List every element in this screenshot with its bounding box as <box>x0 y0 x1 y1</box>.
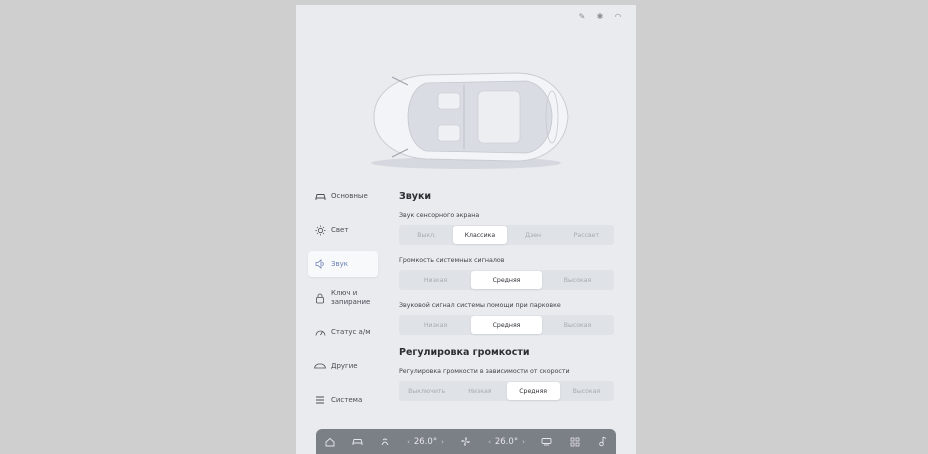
parking-sound-label: Звуковой сигнал системы помощи при парко… <box>399 302 561 309</box>
home-icon[interactable] <box>324 436 335 447</box>
sidebar-item-label: Свет <box>331 225 349 234</box>
section-title-volume-control: Регулировка громкости <box>399 347 530 358</box>
sidebar-item-label: Звук <box>331 259 348 268</box>
defrost-icon[interactable] <box>541 436 552 447</box>
gauge-icon <box>314 326 326 338</box>
sun-icon <box>314 224 326 236</box>
chevron-right-icon[interactable]: › <box>441 438 444 446</box>
sidebar-item-label: Другие <box>331 361 358 370</box>
sidebar-item-key-lock[interactable]: Ключ и запирание <box>308 285 378 311</box>
car-top-view-image <box>371 72 569 169</box>
touch-sound-selector: Выкл. Классика Дзен Рассвет <box>399 225 614 245</box>
sidebar-item-light[interactable]: Свет <box>308 217 378 243</box>
right-temperature-value: 26.0° <box>494 436 519 447</box>
system-volume-option-medium[interactable]: Средняя <box>471 271 542 289</box>
speed-volume-option-off[interactable]: Выключить <box>400 382 453 400</box>
sidebar-item-sound[interactable]: Звук <box>308 251 378 277</box>
bottom-dock: ‹ 26.0° › ‹ 26.0° › <box>316 429 616 454</box>
head-unit-screen: ✎ ✱ ◠ Основные Свет Звук Ключ и запирани… <box>296 5 636 454</box>
parking-sound-selector: Низкая Средняя Высокая <box>399 315 614 335</box>
parking-sound-option-low[interactable]: Низкая <box>400 316 471 334</box>
car-side-icon <box>314 360 326 372</box>
apps-icon[interactable] <box>569 436 580 447</box>
right-temperature-control[interactable]: ‹ 26.0° › <box>488 437 525 447</box>
bluetooth-icon[interactable]: ✱ <box>596 13 604 21</box>
sound-settings-panel: Звуки Звук сенсорного экрана Выкл. Класс… <box>399 191 614 413</box>
speed-volume-option-low[interactable]: Низкая <box>453 382 506 400</box>
sidebar-item-vehicle-status[interactable]: Статус а/м <box>308 319 378 345</box>
system-volume-selector: Низкая Средняя Высокая <box>399 270 614 290</box>
settings-sidebar: Основные Свет Звук Ключ и запирание Стат… <box>308 183 378 421</box>
status-bar: ✎ ✱ ◠ <box>578 13 622 21</box>
chevron-left-icon[interactable]: ‹ <box>488 438 491 446</box>
system-volume-option-low[interactable]: Низкая <box>400 271 471 289</box>
parking-sound-option-medium[interactable]: Средняя <box>471 316 542 334</box>
sidebar-item-other[interactable]: Другие <box>308 353 378 379</box>
lock-icon <box>314 292 326 304</box>
touch-sound-option-dawn[interactable]: Рассвет <box>560 226 613 244</box>
touch-sound-option-off[interactable]: Выкл. <box>400 226 453 244</box>
touch-sound-option-zen[interactable]: Дзен <box>507 226 560 244</box>
fan-icon[interactable] <box>460 436 471 447</box>
section-title-sounds: Звуки <box>399 191 432 202</box>
speed-volume-label: Регулировка громкости в зависимости от с… <box>399 368 570 375</box>
edit-icon[interactable]: ✎ <box>578 13 586 21</box>
sliders-icon <box>314 394 326 406</box>
speaker-icon <box>314 258 326 270</box>
parking-sound-option-high[interactable]: Высокая <box>542 316 613 334</box>
speed-volume-selector: Выключить Низкая Средняя Высокая <box>399 381 614 401</box>
speed-volume-option-high[interactable]: Высокая <box>560 382 613 400</box>
car-icon[interactable] <box>352 436 363 447</box>
system-volume-label: Громкость системных сигналов <box>399 257 505 264</box>
sidebar-item-label: Статус а/м <box>331 327 371 336</box>
touch-sound-label: Звук сенсорного экрана <box>399 212 480 219</box>
sidebar-item-label: Система <box>331 395 363 404</box>
chevron-left-icon[interactable]: ‹ <box>407 438 410 446</box>
wifi-icon[interactable]: ◠ <box>614 13 622 21</box>
heater-icon[interactable] <box>379 436 390 447</box>
speed-volume-option-medium[interactable]: Средняя <box>506 382 560 400</box>
sidebar-item-label: Основные <box>331 191 368 200</box>
left-temperature-control[interactable]: ‹ 26.0° › <box>407 437 444 447</box>
car-icon <box>314 190 326 202</box>
sidebar-item-system[interactable]: Система <box>308 387 378 413</box>
music-icon[interactable] <box>597 436 608 447</box>
left-temperature-value: 26.0° <box>413 436 438 447</box>
chevron-right-icon[interactable]: › <box>522 438 525 446</box>
touch-sound-option-classic[interactable]: Классика <box>453 226 507 244</box>
sidebar-item-general[interactable]: Основные <box>308 183 378 209</box>
system-volume-option-high[interactable]: Высокая <box>542 271 613 289</box>
sidebar-item-label: Ключ и запирание <box>331 289 371 306</box>
